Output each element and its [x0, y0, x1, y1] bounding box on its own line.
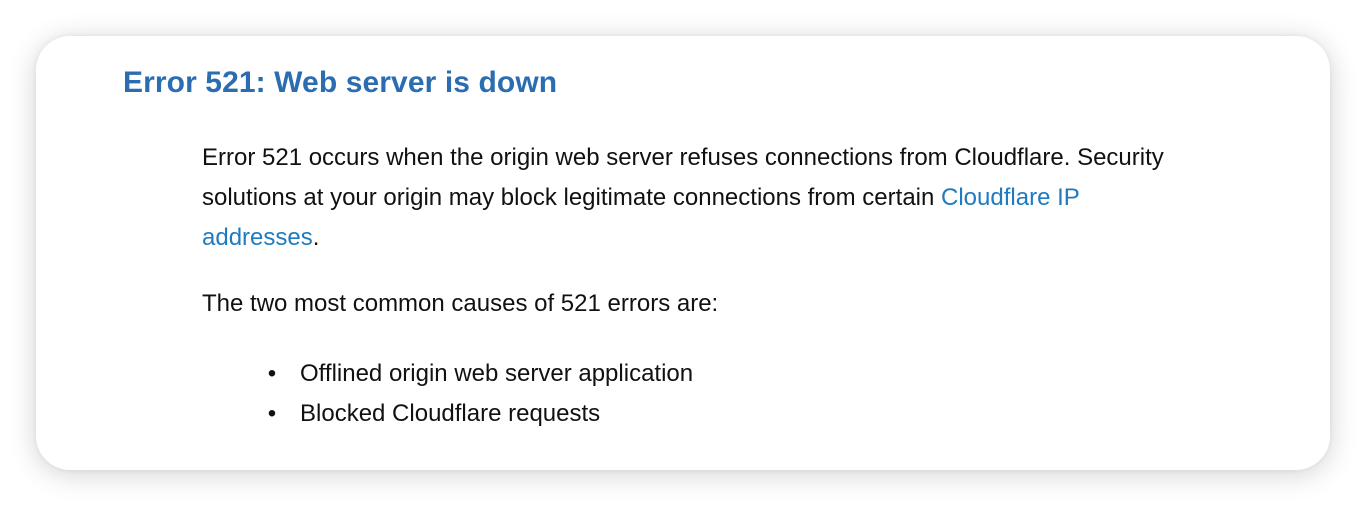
cause-text: Offlined origin web server application [300, 360, 694, 387]
cause-text: Blocked Cloudflare requests [300, 400, 601, 427]
page-title: Error 521: Web server is down [123, 66, 558, 99]
bullet-icon: • [267, 400, 277, 427]
list-item: • Blocked Cloudflare requests [202, 394, 1202, 434]
causes-heading: The two most common causes of 521 errors… [202, 290, 719, 317]
error-card: Error 521: Web server is down Error 521 … [36, 36, 1330, 470]
bullet-icon: • [267, 360, 277, 387]
article-body: Error 521 occurs when the origin web ser… [202, 138, 1202, 434]
intro-end: . [312, 224, 320, 251]
intro-paragraph: Error 521 occurs when the origin web ser… [202, 138, 1202, 258]
causes-list: • Offlined origin web server application… [202, 354, 1202, 434]
list-item: • Offlined origin web server application [202, 354, 1202, 394]
